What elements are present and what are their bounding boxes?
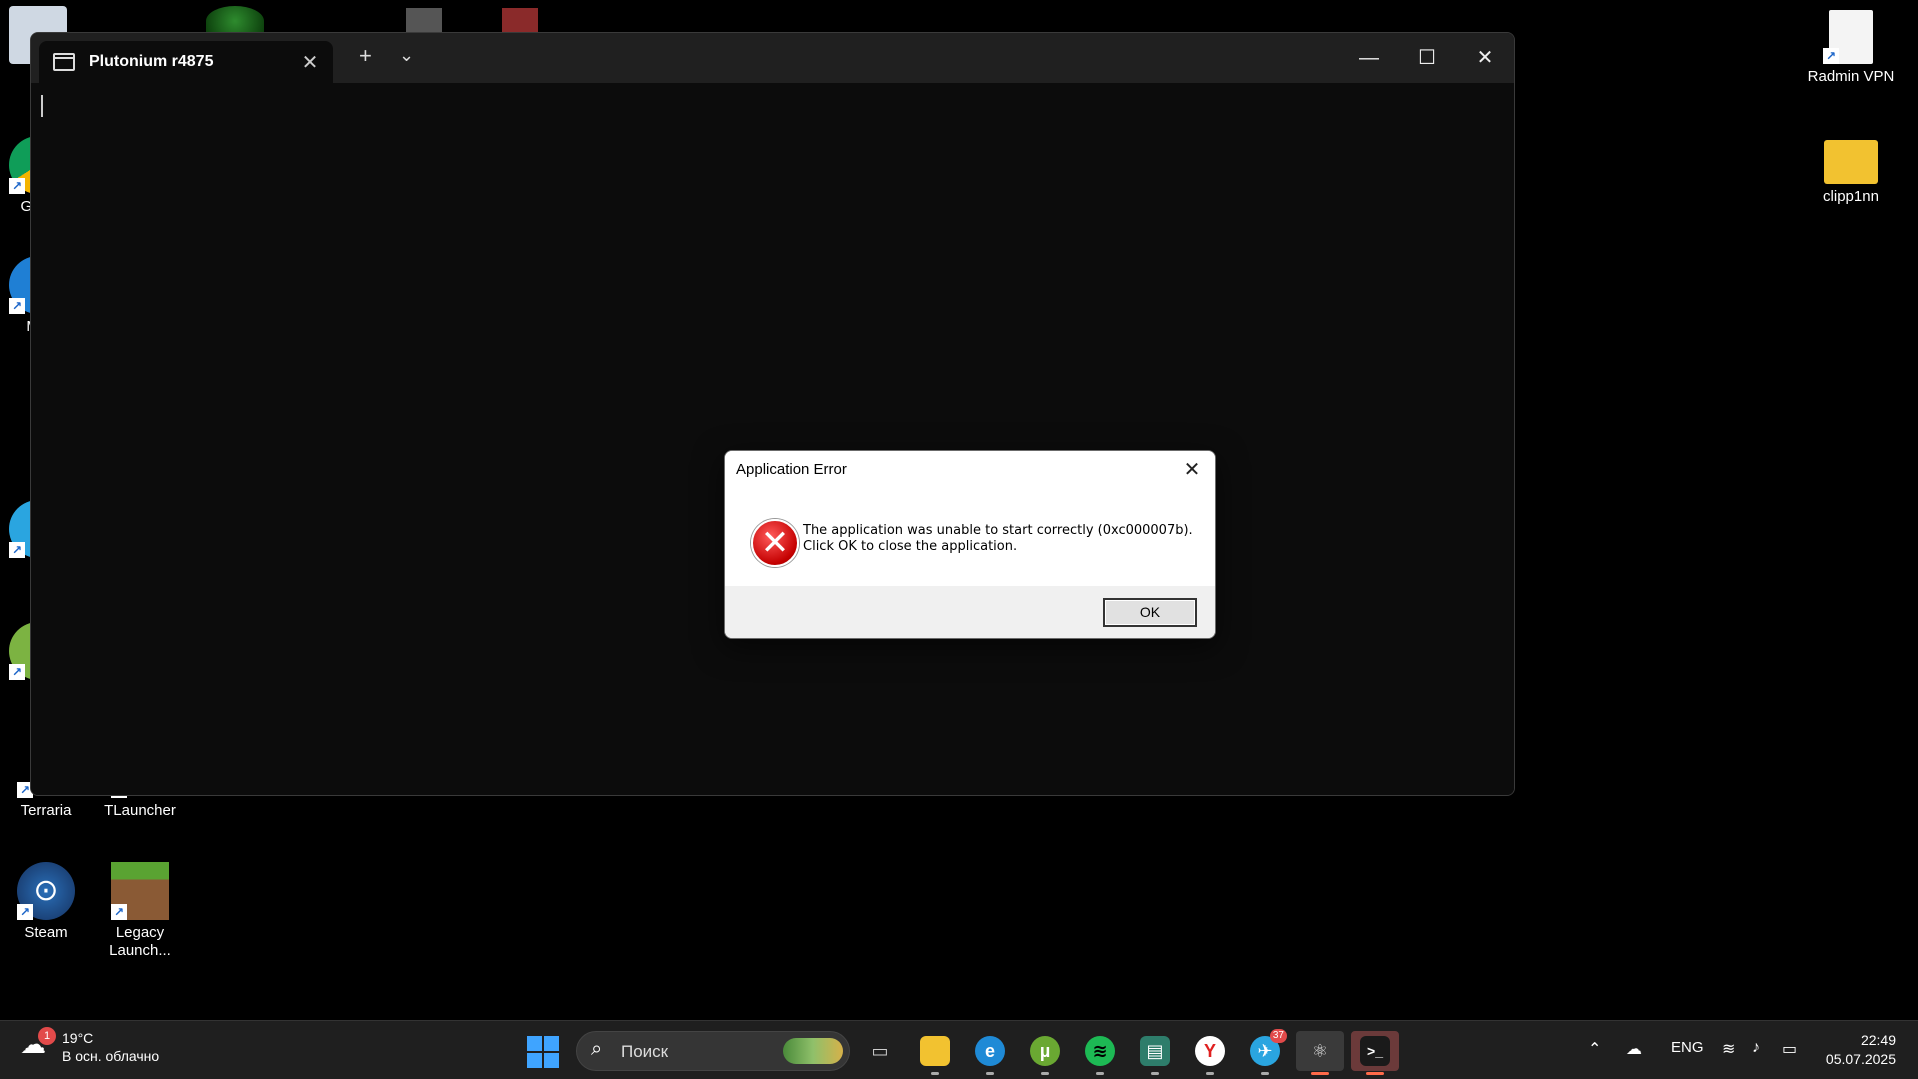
- desktop-icon-clipp1nn[interactable]: clipp1nn: [1803, 134, 1899, 206]
- taskbar-app-green[interactable]: ▤: [1131, 1031, 1179, 1075]
- console-icon: [53, 53, 75, 71]
- tab-dropdown-button[interactable]: ⌄: [399, 45, 414, 66]
- running-indicator: [1261, 1072, 1269, 1075]
- running-indicator: [1096, 1072, 1104, 1075]
- running-indicator: [1366, 1072, 1384, 1075]
- shortcut-arrow-icon: ↗: [1823, 48, 1839, 64]
- ok-button[interactable]: OK: [1103, 598, 1197, 627]
- search-icon: ⌕: [591, 1038, 603, 1060]
- shortcut-arrow-icon: ↗: [111, 904, 127, 920]
- terminal-tab[interactable]: Plutonium r4875 ✕: [39, 41, 333, 83]
- desktop-icon-label: Radmin VPN: [1807, 68, 1895, 85]
- running-indicator: [1206, 1072, 1214, 1075]
- dialog-body: ✕ The application was unable to start co…: [725, 489, 1215, 585]
- dialog-close-icon[interactable]: ✕: [1175, 453, 1209, 487]
- taskbar-terminal[interactable]: >_: [1351, 1031, 1399, 1075]
- dialog-title: Application Error: [736, 461, 847, 478]
- running-indicator: [1151, 1072, 1159, 1075]
- tab-close-icon[interactable]: ✕: [295, 50, 325, 75]
- edge-icon: e: [975, 1036, 1005, 1066]
- minimize-button[interactable]: —: [1340, 33, 1398, 83]
- text-cursor: [41, 95, 43, 117]
- desktop-icon-label: Terraria: [20, 802, 72, 819]
- terminal-output[interactable]: [31, 83, 1514, 795]
- battery-icon[interactable]: ▭: [1782, 1039, 1797, 1059]
- spotify-icon: ≋: [1085, 1036, 1115, 1066]
- cloud-sun-icon: ☁ 1: [20, 1027, 56, 1059]
- weather-widget[interactable]: ☁ 1 19°C В осн. облачно: [20, 1027, 160, 1065]
- onedrive-icon[interactable]: ☁: [1626, 1039, 1642, 1059]
- running-indicator: [1311, 1072, 1329, 1075]
- taskbar-atom[interactable]: ⚛: [1296, 1031, 1344, 1075]
- search-highlight-icon: [783, 1038, 843, 1064]
- folder-icon: ▬: [920, 1036, 950, 1066]
- dialog-message: The application was unable to start corr…: [803, 523, 1193, 555]
- search-box[interactable]: ⌕ Поиск: [576, 1031, 850, 1071]
- taskbar-utorrent[interactable]: µ: [1021, 1031, 1069, 1075]
- terminal-icon: >_: [1360, 1036, 1390, 1066]
- task-view-icon: ▭: [871, 1041, 889, 1061]
- utorrent-icon: µ: [1030, 1036, 1060, 1066]
- taskbar-file-explorer[interactable]: ▬: [911, 1031, 959, 1075]
- steam-icon: ⊙ ↗: [17, 862, 75, 920]
- weather-temperature: 19°C: [62, 1030, 94, 1046]
- shortcut-arrow-icon: ↗: [9, 542, 25, 558]
- desktop-icon-label: Legacy Launch...: [109, 924, 171, 959]
- dialog-footer: OK: [725, 586, 1215, 638]
- shortcut-arrow-icon: ↗: [9, 664, 25, 680]
- shortcut-arrow-icon: ↗: [17, 904, 33, 920]
- taskbar-telegram[interactable]: ✈ 37: [1241, 1029, 1289, 1075]
- shortcut-arrow-icon: ↗: [9, 178, 25, 194]
- running-indicator: [1041, 1072, 1049, 1075]
- running-indicator: [986, 1072, 994, 1075]
- start-button[interactable]: [527, 1036, 559, 1068]
- desktop-icon-partial-2[interactable]: [406, 8, 442, 34]
- dialog-message-line1: The application was unable to start corr…: [803, 523, 1193, 538]
- error-icon: ✕: [751, 519, 799, 567]
- close-button[interactable]: ✕: [1456, 33, 1514, 83]
- document-icon: ↗: [1823, 10, 1873, 64]
- desktop-icon-label: Steam: [24, 924, 68, 941]
- dialog-titlebar[interactable]: Application Error ✕: [725, 451, 1215, 489]
- volume-icon[interactable]: ♪: [1752, 1039, 1760, 1057]
- taskbar-yandex[interactable]: Y: [1186, 1031, 1234, 1075]
- dialog-message-line2: Click OK to close the application.: [803, 539, 1018, 554]
- terminal-window[interactable]: Plutonium r4875 ✕ + ⌄ — ☐ ✕: [30, 32, 1515, 796]
- taskbar-edge[interactable]: e: [966, 1031, 1014, 1075]
- shortcut-arrow-icon: ↗: [9, 298, 25, 314]
- desktop-icon-legacy-launcher[interactable]: ↗ Legacy Launch...: [92, 862, 188, 960]
- taskbar: ☁ 1 19°C В осн. облачно ⌕ Поиск ▭ ▬ e µ …: [0, 1020, 1918, 1079]
- chevron-up-icon[interactable]: ⌃: [1588, 1039, 1601, 1059]
- search-placeholder: Поиск: [621, 1042, 669, 1061]
- desktop-icon-radmin-vpn[interactable]: ↗ Radmin VPN: [1803, 10, 1899, 86]
- application-error-dialog[interactable]: Application Error ✕ ✕ The application wa…: [724, 450, 1216, 639]
- running-indicator: [931, 1072, 939, 1075]
- language-indicator[interactable]: ENG: [1671, 1039, 1704, 1056]
- desktop-icon-label: clipp1nn: [1823, 188, 1879, 205]
- terminal-titlebar[interactable]: Plutonium r4875 ✕ + ⌄ — ☐ ✕: [31, 33, 1514, 83]
- tab-title: Plutonium r4875: [89, 53, 214, 70]
- clock[interactable]: 22:49 05.07.2025: [1826, 1031, 1896, 1069]
- folder-icon: [1824, 140, 1878, 184]
- windows-logo-icon: [527, 1036, 542, 1051]
- telegram-unread-badge: 37: [1269, 1029, 1287, 1043]
- weather-condition: В осн. облачно: [62, 1048, 160, 1064]
- desktop-icon-steam[interactable]: ⊙ ↗ Steam: [0, 862, 94, 942]
- desktop-icon-partial-3[interactable]: [502, 8, 538, 34]
- taskbar-task-view[interactable]: ▭: [856, 1031, 904, 1071]
- clock-date: 05.07.2025: [1825, 1051, 1896, 1067]
- desktop-icon-label: TLauncher: [104, 802, 176, 819]
- weather-badge: 1: [38, 1027, 56, 1045]
- wifi-icon[interactable]: ≋: [1722, 1039, 1735, 1059]
- maximize-button[interactable]: ☐: [1398, 33, 1456, 83]
- minecraft-grass-block-icon: ↗: [111, 862, 169, 920]
- app-window-icon: ▤: [1140, 1036, 1170, 1066]
- taskbar-spotify[interactable]: ≋: [1076, 1031, 1124, 1075]
- yandex-icon: Y: [1195, 1036, 1225, 1066]
- clock-time: 22:49: [1860, 1032, 1896, 1048]
- new-tab-button[interactable]: +: [359, 43, 372, 69]
- atom-icon: ⚛: [1311, 1041, 1329, 1061]
